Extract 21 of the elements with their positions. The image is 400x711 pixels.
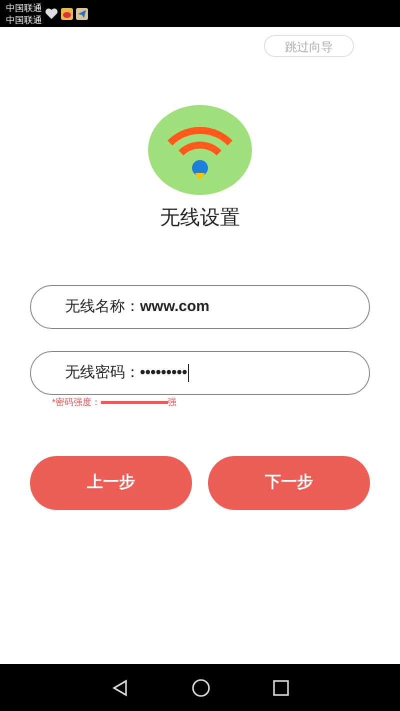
name-field[interactable]: 无线名称：www.com — [30, 285, 370, 329]
carrier-name: 中国联通 — [6, 2, 42, 14]
back-icon[interactable] — [111, 678, 130, 696]
strength-label: *密码强度： — [52, 396, 101, 409]
field-value: ••••••••• — [140, 362, 188, 383]
field-label: 无线名称： — [65, 296, 140, 317]
page-title: 无线设置 — [160, 206, 240, 231]
next-button[interactable]: 下一步 — [208, 456, 370, 510]
text-cursor — [188, 364, 190, 382]
back-button[interactable]: 上一步 — [30, 456, 192, 510]
password-field[interactable]: 无线密码：••••••••• — [30, 351, 370, 395]
skip-button[interactable]: 跳过向导 — [264, 35, 354, 57]
home-icon[interactable] — [192, 678, 210, 696]
field-label: 无线密码： — [65, 362, 140, 383]
wifi-icon — [148, 105, 252, 195]
paper-plane-icon — [76, 8, 88, 20]
strength-reading: 强 — [168, 396, 177, 409]
strength-meter — [100, 401, 168, 404]
carrier-name: 中国联通 — [6, 14, 42, 26]
field-value: www.com — [140, 296, 210, 317]
recents-icon[interactable] — [272, 680, 289, 696]
